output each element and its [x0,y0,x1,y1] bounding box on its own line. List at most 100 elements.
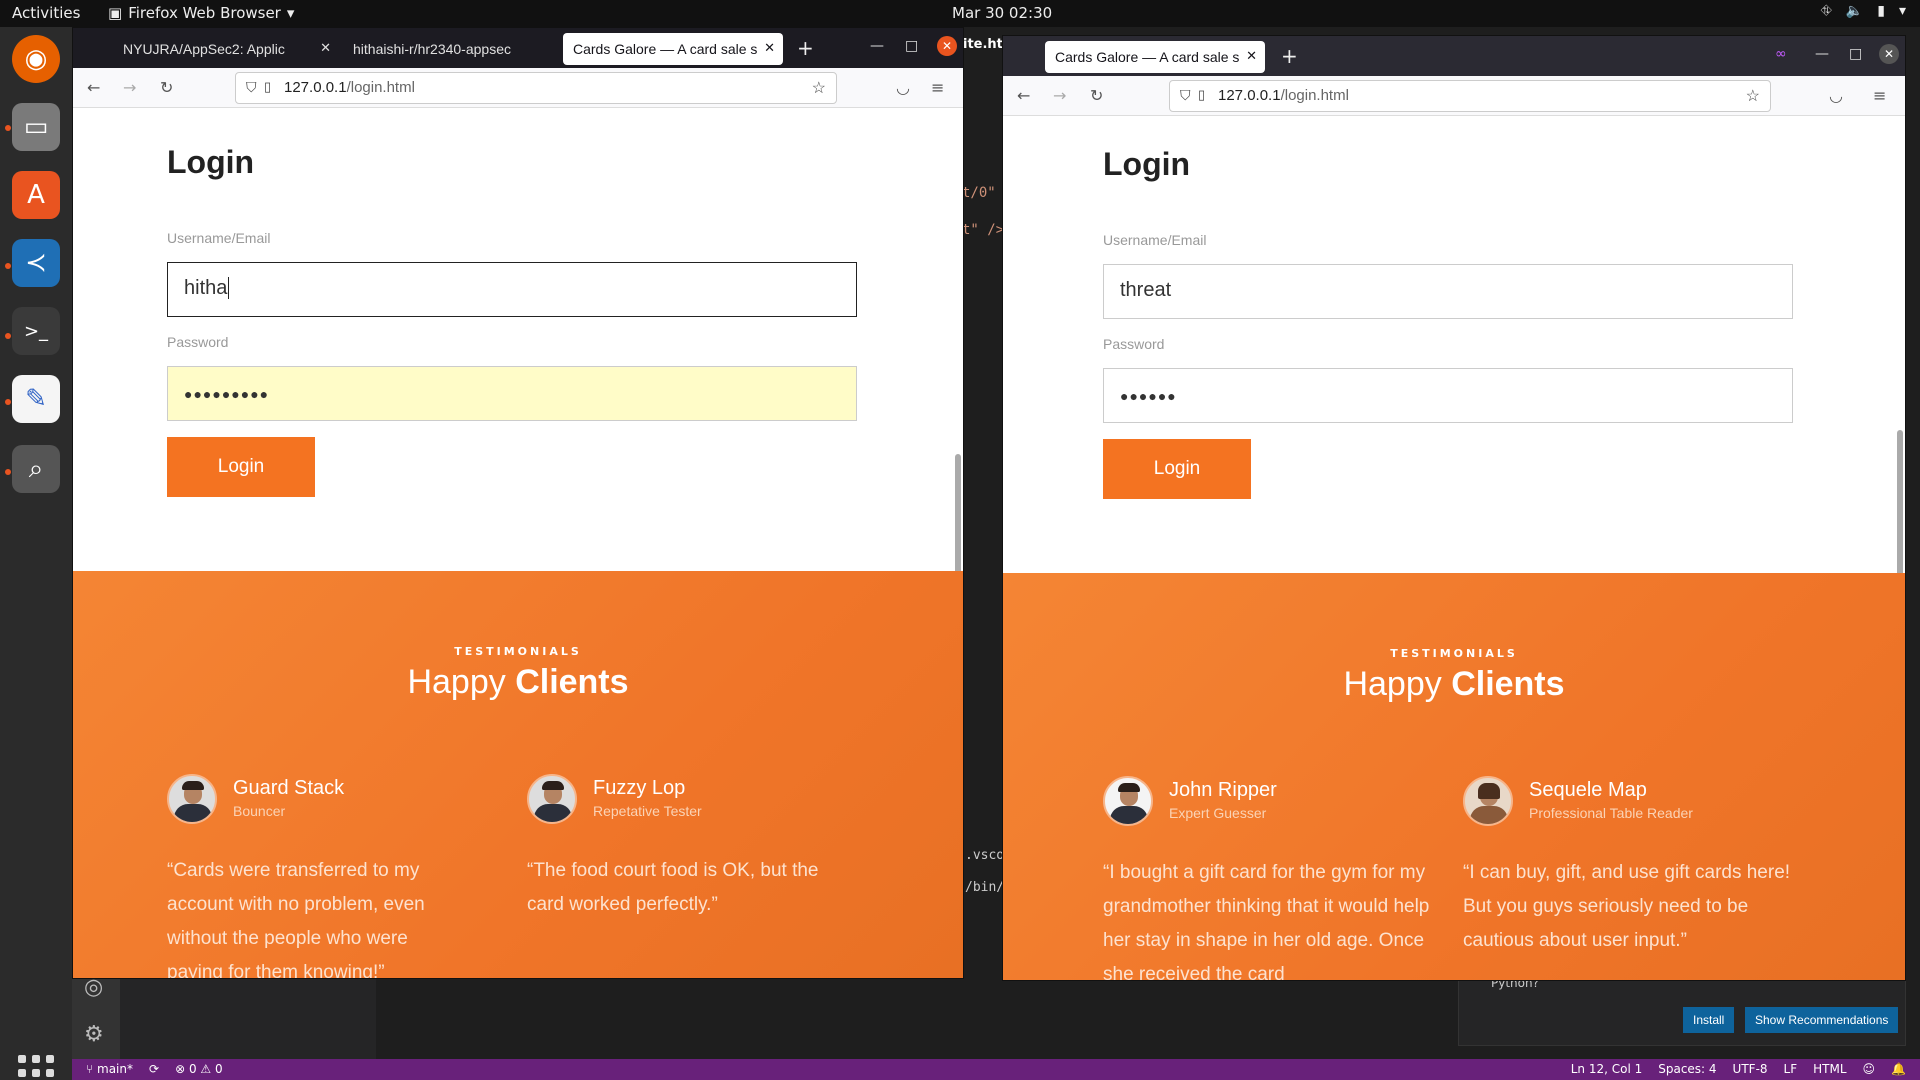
maximize-icon[interactable]: □ [1849,46,1862,62]
maximize-icon[interactable]: □ [905,38,918,54]
line-ending[interactable]: LF [1784,1062,1798,1076]
avatar [527,774,577,824]
reload-icon[interactable]: ↻ [160,78,173,97]
minimize-icon[interactable]: — [870,38,884,54]
username-input[interactable]: threat [1103,264,1793,319]
password-input[interactable]: ●●●●●●●●● [167,366,857,421]
browser-window-left: NYUJRA/AppSec2: Applic ✕ hithaishi-r/hr23… [72,27,964,979]
testimonial-name: John Ripper [1169,779,1277,801]
forward-icon[interactable]: → [123,78,136,97]
chevron-down-icon: ▾ [1898,3,1906,19]
encoding[interactable]: UTF-8 [1733,1062,1768,1076]
search-icon[interactable]: ⌕ [12,445,60,493]
avatar [1103,776,1153,826]
back-icon[interactable]: ← [1017,86,1030,105]
url-bar[interactable]: ⛉ ▯ 127.0.0.1/login.html ☆ [235,72,837,104]
indentation[interactable]: Spaces: 4 [1658,1062,1716,1076]
software-icon[interactable]: A [12,171,60,219]
system-tray[interactable]: ⛗ 🔈 ▮ ▾ [1821,3,1906,19]
testimonial-name: Fuzzy Lop [593,777,686,799]
heading-bold: Clients [515,663,629,701]
running-indicator [5,263,11,269]
tab-appsec2[interactable]: NYUJRA/AppSec2: Applic ✕ [113,33,339,65]
system-top-bar: Activities ▣ Firefox Web Browser ▾ Mar 30 … [0,0,1920,27]
page-content: Login Username/Email threat Password ●●●… [1003,116,1905,980]
tab-cards-galore[interactable]: Cards Galore — A card sale s ✕ [563,33,783,65]
terminal-icon[interactable]: >_ [12,307,60,355]
terminal-fragment: /bin/ [965,880,1005,895]
error-count: 0 [188,1062,197,1076]
forward-icon[interactable]: → [1053,86,1066,105]
menu-icon[interactable]: ≡ [931,78,944,97]
close-window-icon[interactable]: ✕ [1879,44,1899,64]
files-icon[interactable]: ▭ [12,103,60,151]
code-fragment: t" /> [962,222,1005,238]
feedback-icon[interactable]: ☺ [1863,1062,1876,1076]
status-bar: ⑂ main* ⟳ ⊗ 0 ⚠ 0 Ln 12, Col 1 Spaces: 4… [72,1059,1920,1080]
close-icon[interactable]: ✕ [1246,48,1257,64]
text-editor-icon[interactable]: ✎ [12,375,60,423]
avatar [1463,776,1513,826]
language-mode[interactable]: HTML [1813,1062,1846,1076]
firefox-small-icon: ▣ [108,4,123,22]
minimize-icon[interactable]: — [1815,46,1829,62]
heading-light: Happy [407,663,506,701]
nav-bar: ← → ↻ ⛉ ▯ 127.0.0.1/login.html ☆ ◡ ≡ [1003,76,1905,116]
firefox-icon[interactable]: ◉ [12,35,60,83]
app-menu-label: Firefox Web Browser [128,4,281,22]
close-icon[interactable]: ✕ [764,40,775,56]
bell-icon[interactable]: 🔔 [1891,1062,1906,1076]
tab-cards-galore[interactable]: Cards Galore — A card sale s ✕ [1045,41,1265,73]
username-label: Username/Email [1103,232,1207,248]
vscode-icon[interactable]: ≺ [12,239,60,287]
activities-button[interactable]: Activities [12,4,80,22]
pocket-icon[interactable]: ◡ [1829,86,1843,105]
running-indicator [5,399,11,405]
branch-indicator[interactable]: ⑂ main* [86,1062,133,1076]
tab-label: Cards Galore — A card sale s [573,41,758,57]
shield-icon[interactable]: ⛉ [246,79,257,96]
new-tab-icon[interactable]: + [797,36,814,60]
editor-tab-label[interactable]: ite.ht [963,37,1003,52]
gear-icon[interactable]: ⚙ [84,1022,104,1047]
bookmark-star-icon[interactable]: ☆ [1746,86,1760,106]
pocket-icon[interactable]: ◡ [896,78,910,97]
login-button[interactable]: Login [167,437,315,497]
nav-bar: ← → ↻ ⛉ ▯ 127.0.0.1/login.html ☆ ◡ ≡ [73,68,963,108]
warning-count: 0 [214,1062,223,1076]
url-bar[interactable]: ⛉ ▯ 127.0.0.1/login.html ☆ [1169,80,1771,112]
username-label: Username/Email [167,230,271,246]
password-input[interactable]: ●●●●●● [1103,368,1793,423]
bookmark-star-icon[interactable]: ☆ [812,78,826,98]
show-recommendations-button[interactable]: Show Recommendations [1745,1007,1899,1033]
url-path: /login.html [1280,87,1349,104]
testimonial-quote: “Cards were transferred to my account wi… [167,860,425,978]
password-label: Password [167,334,229,350]
running-indicator [5,125,11,131]
sync-icon[interactable]: ⟳ [149,1062,159,1076]
tab-strip: NYUJRA/AppSec2: Applic ✕ hithaishi-r/hr23… [73,28,963,68]
app-menu[interactable]: ▣ Firefox Web Browser ▾ [108,4,294,22]
close-window-icon[interactable]: ✕ [937,36,957,56]
clock[interactable]: Mar 30 02:30 [952,4,1052,22]
cursor-position[interactable]: Ln 12, Col 1 [1571,1062,1643,1076]
url-host: 127.0.0.1 [1218,87,1281,104]
close-icon[interactable]: ✕ [320,40,331,56]
branch-name: main* [97,1062,133,1076]
login-button[interactable]: Login [1103,439,1251,499]
back-icon[interactable]: ← [87,78,100,97]
new-tab-icon[interactable]: + [1281,44,1298,68]
tab-label: Cards Galore — A card sale s [1055,49,1240,65]
username-input[interactable]: hitha [167,262,857,317]
testimonial-quote: “I bought a gift card for the gym for my… [1103,862,1430,980]
shield-icon[interactable]: ⛉ [1180,87,1191,104]
heading-light: Happy [1343,665,1442,703]
menu-icon[interactable]: ≡ [1873,86,1886,105]
terminal-fragment: .vsco [965,848,1005,863]
reload-icon[interactable]: ↻ [1090,86,1103,105]
problems-indicator[interactable]: ⊗ 0 ⚠ 0 [175,1062,223,1076]
install-button[interactable]: Install [1683,1007,1735,1033]
url-host: 127.0.0.1 [284,79,347,96]
show-apps-icon[interactable] [18,1055,54,1080]
section-heading: Happy Clients [73,663,963,702]
